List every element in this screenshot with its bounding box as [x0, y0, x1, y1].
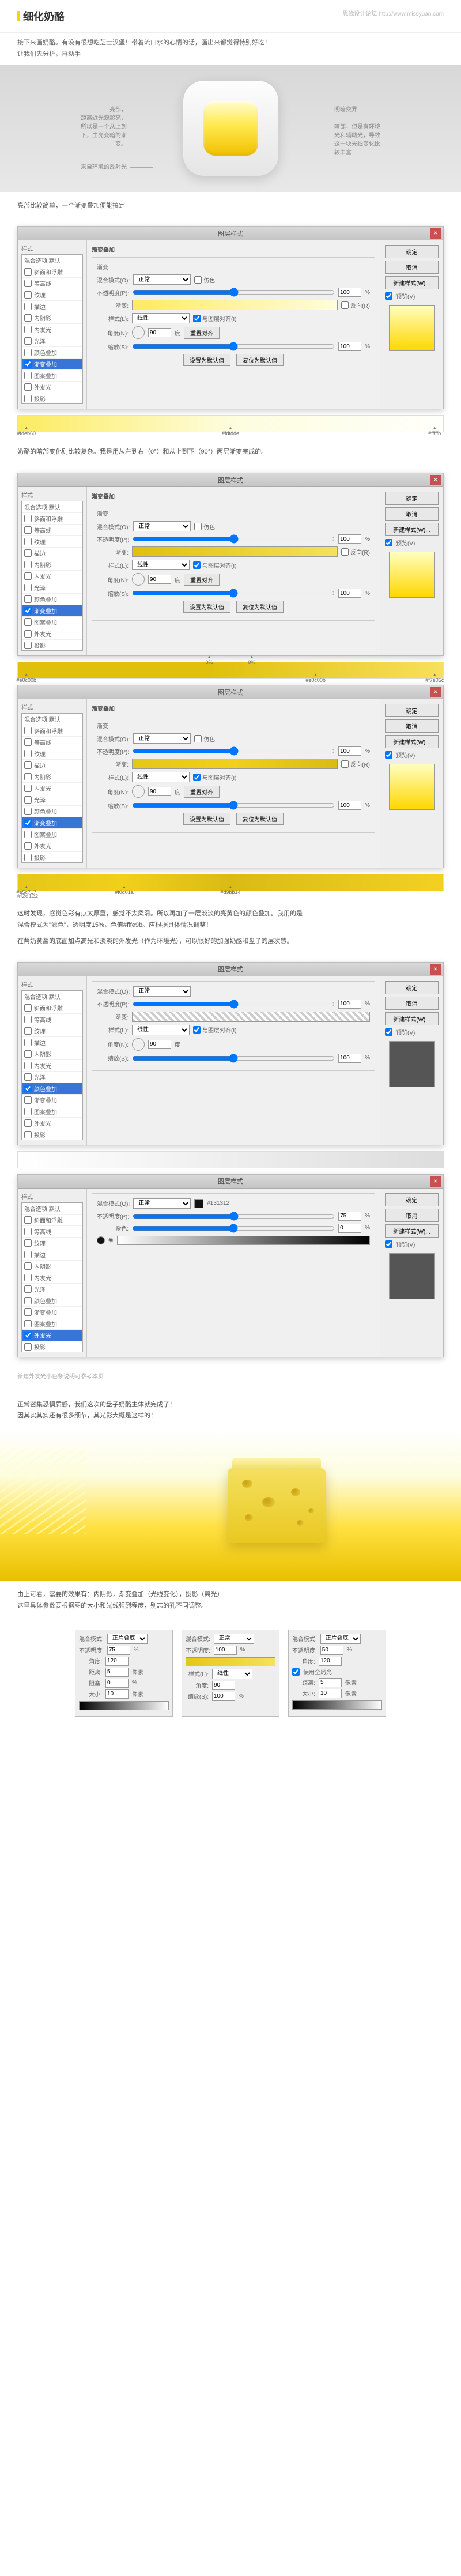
- section5-line2: 因其实其实还有很多细节，其光影大概是这样的：: [17, 1410, 444, 1422]
- page-title: 细化奶酪: [23, 9, 65, 24]
- annotation-reflect: 来自环境的反射光: [46, 163, 127, 172]
- center-title: 渐变叠加: [92, 245, 375, 254]
- style-item: 颜色叠加: [22, 347, 82, 359]
- cancel-button[interactable]: 取消: [385, 261, 439, 274]
- section3-line3: 在帮奶黄酱的底面加点高光和淡淡的外发光（作为环境光），可以很好的加强奶酪和盘子的…: [17, 936, 444, 948]
- plate: [183, 81, 278, 176]
- contour-strip: [292, 1700, 382, 1710]
- style-item: 斜面和浮雕: [22, 266, 82, 278]
- gradient-picker[interactable]: [132, 300, 338, 310]
- style-item: 混合选项:默认: [22, 255, 82, 266]
- section3-line1: 这时发现，感觉色彩有点太厚重，感觉不太柔滑。所以再加了一层淡淡的亮黄色的颜色叠加…: [17, 908, 444, 920]
- cheese-hole: [245, 1514, 253, 1521]
- angle-input[interactable]: [148, 328, 171, 337]
- radio-color[interactable]: [97, 1236, 105, 1244]
- watermark: 思缘设计论坛 http://www.missyuan.com: [342, 9, 444, 17]
- section1-text: 亮部比较简单，一个渐变叠加便能搞定: [0, 192, 461, 221]
- annotation-terminator: 明暗交界: [334, 105, 415, 114]
- opacity-slider[interactable]: [133, 288, 335, 297]
- mini-panel-inner-shadow: 混合模式:正片叠底 不透明度:% 角度: 距离:像素 阻塞:% 大小:像素: [75, 1630, 173, 1717]
- gradient-strip-4: [17, 1151, 444, 1168]
- layer-style-dialog-4: 图层样式× 样式 混合选项:默认 斜面和浮雕 等高线 纹理 描边 内阴影 内发光…: [17, 962, 444, 1145]
- gradient-strip-3: #e5c717 #f0d01a #d9bb14: [17, 874, 444, 891]
- section3-line2: 混合模式为"滤色"，透明度15%，色值#fffe9b。应根据具体情况调整！: [17, 920, 444, 931]
- style-select[interactable]: 线性: [132, 313, 190, 323]
- angle-dial-icon[interactable]: [132, 785, 145, 798]
- angle-dial-icon[interactable]: [132, 1038, 145, 1051]
- section6-line2: 这里具体参数要根据图的大小和光线强烈程度，别忘的孔不同调整。: [17, 1601, 444, 1612]
- hero-render: 亮部， 距离近光源超亮， 所以是一个从上到 下，由亮变暗的渐 变。 来自环境的反…: [0, 65, 461, 192]
- cheese-cube: [203, 101, 258, 156]
- opacity-input[interactable]: [338, 288, 361, 297]
- cheese-hole: [242, 1480, 252, 1488]
- cheese-hole: [262, 1497, 275, 1507]
- gradient-picker[interactable]: [132, 546, 338, 557]
- close-icon[interactable]: ×: [430, 1176, 441, 1187]
- section2-text: 奶酪的暗部变化则比较复杂。我是用从左到右（0°）和从上到下（90°）两层渐变完成…: [0, 438, 461, 467]
- gradient-picker[interactable]: [117, 1236, 370, 1245]
- cheese-block: [228, 1468, 326, 1543]
- gradient-strip-1: #fdeb60 #fdfdde #fffffb: [17, 415, 444, 432]
- angle-dial-icon[interactable]: [132, 573, 145, 586]
- style-item: 纹理: [22, 289, 82, 301]
- style-item: 内发光: [22, 324, 82, 335]
- gradient-picker[interactable]: [132, 759, 338, 769]
- section6-line1: 由上可看，需要的效果有：内阴影，渐变叠加（光线变化），投影（离光）: [17, 1589, 444, 1601]
- layer-style-dialog-2: 图层样式× 样式 混合选项:默认 斜面和浮雕 等高线 纹理 描边 内阴影 内发光…: [17, 473, 444, 656]
- style-list[interactable]: 混合选项:默认 斜面和浮雕 等高线 纹理 描边 内阴影 内发光 光泽 颜色叠加 …: [21, 254, 83, 404]
- close-icon[interactable]: ×: [430, 475, 441, 485]
- ok-button[interactable]: 确定: [385, 245, 439, 258]
- annotation-dark: 暗部，但是有环境 光和辅助光，导致 这一块光线变化比 较丰富: [334, 123, 415, 157]
- style-item: 描边: [22, 301, 82, 312]
- cheese-render-scene: [0, 1431, 461, 1581]
- blend-select[interactable]: 正常: [133, 274, 191, 285]
- mini-panel-drop-shadow: 混合模式:正片叠底 不透明度:% 角度: 使用全局光 距离:像素 大小:像素: [288, 1630, 386, 1717]
- cheese-hole: [291, 1488, 300, 1496]
- style-item: 外发光: [22, 382, 82, 393]
- close-icon[interactable]: ×: [430, 687, 441, 697]
- style-list[interactable]: 混合选项:默认 斜面和浮雕 等高线 纹理 描边 内阴影 内发光 光泽 颜色叠加 …: [21, 501, 83, 651]
- cheese-hole: [297, 1520, 304, 1526]
- layer-style-dialog-1: 图层样式 × 样式 混合选项:默认 斜面和浮雕 等高线 纹理 描边 内阴影 内发光…: [17, 226, 444, 409]
- section4-note: 新建外发光小色条说明可参考本页: [0, 1363, 461, 1391]
- contour-strip: [79, 1701, 169, 1710]
- preview-swatch: [389, 1041, 435, 1087]
- intro-line1: 接下来画奶酪。有没有很想吃芝士汉堡！带着流口水的心情的话，画出来都觉得特别好吃！: [17, 37, 444, 49]
- close-icon[interactable]: ×: [430, 964, 441, 975]
- style-item-selected: 渐变叠加: [22, 359, 82, 370]
- angle-dial-icon[interactable]: [132, 326, 145, 339]
- gradient-picker[interactable]: [132, 1012, 370, 1022]
- color-swatch[interactable]: [194, 1199, 203, 1208]
- preview-swatch: [389, 552, 435, 598]
- gradient-strip-2: 0% 0% #e0c00b #e0c00b #f7e05c: [17, 662, 444, 679]
- preview-swatch: [389, 1253, 435, 1299]
- dialog-title: 图层样式: [218, 229, 243, 238]
- annotation-bright: 亮部， 距离近光源超亮， 所以是一个从上到 下，由亮变暗的渐 变。: [46, 105, 127, 149]
- style-item: 投影: [22, 393, 82, 405]
- title-accent: [17, 11, 20, 21]
- default-button[interactable]: 设置为默认值: [183, 354, 231, 366]
- gradient-strip: [186, 1657, 275, 1666]
- style-item: 光泽: [22, 335, 82, 347]
- preview-swatch: [389, 305, 435, 351]
- scale-input[interactable]: [338, 342, 361, 351]
- scale-slider[interactable]: [132, 342, 335, 351]
- style-item: 等高线: [22, 278, 82, 289]
- layer-style-dialog-3: 图层样式× 样式 混合选项:默认 斜面和浮雕 等高线 纹理 描边 内阴影 内发光…: [17, 685, 444, 868]
- mini-panel-gradient: 混合模式:正常 不透明度:% 样式(L):线性 角度: 缩放(S):%: [182, 1630, 279, 1717]
- reset-align-button[interactable]: 重置对齐: [184, 327, 220, 339]
- style-list-label: 样式: [21, 244, 83, 252]
- close-icon[interactable]: ×: [430, 228, 441, 239]
- style-item: 内阴影: [22, 312, 82, 324]
- intro-line2: 让我们先分析，再动手: [17, 49, 444, 61]
- style-item: 图案叠加: [22, 370, 82, 382]
- cheese-hole: [308, 1508, 314, 1513]
- preview-swatch: [389, 764, 435, 810]
- new-style-button[interactable]: 新建样式(W)...: [385, 276, 439, 289]
- layer-style-dialog-5: 图层样式× 样式 混合选项:默认 斜面和浮雕 等高线 纹理 描边 内阴影 内发光…: [17, 1174, 444, 1357]
- light-rays: [0, 1448, 86, 1534]
- reset-button[interactable]: 复位为默认值: [236, 354, 284, 366]
- section5-line1: 正常密集恐惧质感，我们这次的盘子奶酪主体就完成了！: [17, 1400, 444, 1411]
